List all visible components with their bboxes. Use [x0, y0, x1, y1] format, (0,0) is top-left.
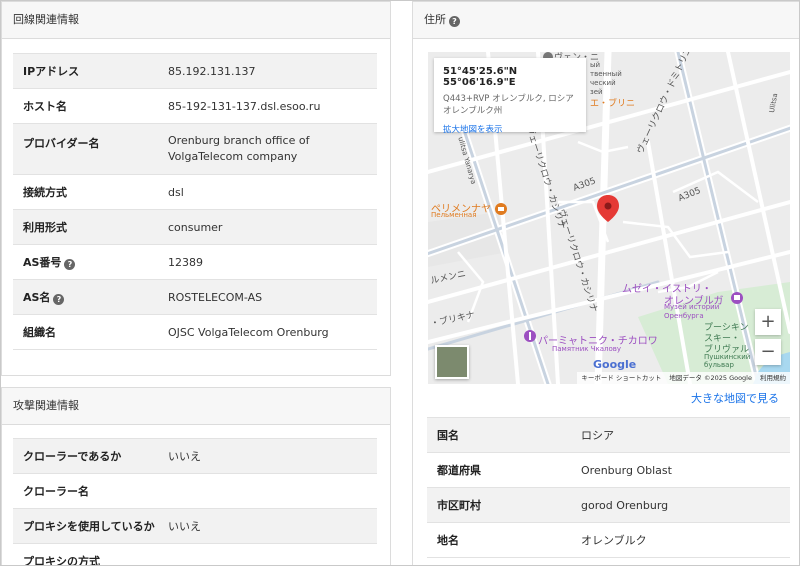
table-row: プロキシを使用しているか いいえ	[13, 508, 377, 544]
zoom-in-button[interactable]: +	[755, 309, 781, 335]
table-row: 接続方式 dsl	[13, 174, 377, 210]
row-label: 地名	[427, 522, 571, 558]
row-value: 85-192-131-137.dsl.esoo.ru	[158, 88, 377, 124]
map-label-brini: エ・ブリニ	[590, 99, 636, 109]
table-row: ホスト名 85-192-131-137.dsl.esoo.ru	[13, 88, 377, 124]
map-address: Q443+RVP オレンブルク, ロシア オレンブルク州	[443, 94, 574, 116]
table-row: クローラーであるか いいえ	[13, 438, 377, 474]
row-value: gorod Orenburg	[571, 487, 790, 523]
row-label: ホスト名	[13, 88, 158, 124]
table-row: 地名 オレンブルク	[427, 522, 790, 558]
row-value: OJSC VolgaTelecom Orenburg	[158, 314, 377, 350]
line-info-header: 回線関連情報	[2, 2, 390, 39]
row-value: 85.192.131.137	[158, 53, 377, 89]
map-label-restaurant-ru: Пельменная	[431, 211, 477, 219]
map-label-poi-top-ru: ый	[590, 61, 601, 69]
table-row: AS番号? 12389	[13, 244, 377, 280]
map-coordinates: 51°45'25.6"N 55°06'16.9"E	[443, 66, 518, 88]
restaurant-icon[interactable]	[495, 203, 507, 215]
attack-info-panel: 攻撃関連情報 クローラーであるか いいえ クローラー名 プロキシを使用しているかい…	[1, 387, 391, 565]
map-label-monument-ru: Памятник Чкалову	[552, 345, 622, 353]
map-label-museum-ru: Оренбурга	[664, 312, 704, 320]
map-label-museum-ru: Музей истории	[664, 303, 720, 311]
row-label-with-help: AS名?	[13, 279, 158, 315]
table-row: 市区町村 gorod Orenburg	[427, 487, 790, 523]
google-logo: Google	[593, 358, 637, 371]
table-row: プロキシの方式	[13, 543, 377, 565]
help-icon[interactable]: ?	[53, 294, 65, 305]
larger-map-link[interactable]: 大きな地図で見る	[691, 390, 779, 406]
row-value: consumer	[158, 209, 377, 245]
table-row: 組織名 OJSC VolgaTelecom Orenburg	[13, 314, 377, 350]
row-label: 都道府県	[427, 452, 571, 488]
map-label-park-ru: бульвар	[704, 361, 734, 369]
zoom-out-button[interactable]: −	[755, 339, 781, 365]
line-info-table: IPアドレス 85.192.131.137 ホスト名 85-192-131-137.…	[13, 53, 377, 350]
row-value: Orenburg Oblast	[571, 452, 790, 488]
monument-icon[interactable]	[524, 330, 536, 342]
row-value: いいえ	[158, 438, 377, 474]
map-data-attribution: 地図データ ©2025 Google	[669, 374, 752, 382]
row-value: ROSTELECOM-AS	[158, 279, 377, 315]
table-row: AS名? ROSTELECOM-AS	[13, 279, 377, 315]
table-row: クローラー名	[13, 473, 377, 509]
table-row: 都道府県 Orenburg Oblast	[427, 452, 790, 488]
row-label: 組織名	[13, 314, 158, 350]
row-label: クローラー名	[13, 473, 158, 509]
table-row: 利用形式 consumer	[13, 209, 377, 245]
row-value	[158, 543, 377, 565]
line-info-title: 回線関連情報	[13, 13, 79, 26]
row-value: 12389	[158, 244, 377, 280]
google-map[interactable]: ヴェン・ニ ый твенный ческий зей エ・ブリニ A305 A…	[428, 52, 790, 384]
page-frame: 回線関連情報 IPアドレス 85.192.131.137 ホスト名 85-192-1…	[0, 0, 800, 566]
address-table: 国名 ロシア 都道府県 Orenburg Oblast 市区町村 gorod Oren…	[427, 417, 790, 558]
row-label: AS名	[23, 291, 51, 304]
row-label: プロバイダー名	[13, 123, 158, 175]
row-label: IPアドレス	[13, 53, 158, 89]
row-value: いいえ	[158, 508, 377, 544]
map-label-park-ru: Пушкинский	[704, 353, 751, 361]
attack-info-title: 攻撃関連情報	[13, 399, 79, 412]
map-label-poi-top-ru: зей	[590, 88, 603, 96]
map-label-poi-top-ru: твенный	[590, 70, 622, 78]
row-label: 接続方式	[13, 174, 158, 210]
row-label: 市区町村	[427, 487, 571, 523]
attack-info-header: 攻撃関連情報	[2, 388, 390, 425]
enlarge-map-link[interactable]: 拡大地図を表示	[443, 123, 577, 135]
terms-link[interactable]: 利用規約	[760, 374, 786, 382]
map-info-window: 51°45'25.6"N 55°06'16.9"E Q443+RVP オレンブル…	[434, 58, 586, 135]
address-header: 住所?	[413, 2, 799, 39]
table-row: 国名 ロシア	[427, 417, 790, 453]
satellite-toggle-button[interactable]	[435, 345, 469, 379]
help-icon[interactable]: ?	[449, 16, 460, 27]
museum-icon[interactable]	[731, 292, 743, 304]
keyboard-shortcuts-link[interactable]: キーボード ショートカット	[581, 374, 661, 382]
row-label: プロキシを使用しているか	[13, 508, 158, 544]
table-row: プロバイダー名 Orenburg branch office of VolgaTe…	[13, 123, 377, 175]
line-info-panel: 回線関連情報 IPアドレス 85.192.131.137 ホスト名 85-192-1…	[1, 1, 391, 376]
table-row: IPアドレス 85.192.131.137	[13, 53, 377, 89]
row-value: ロシア	[571, 417, 790, 453]
attack-info-table: クローラーであるか いいえ クローラー名 プロキシを使用しているか いいえ プロキシ…	[13, 438, 377, 565]
row-label: 利用形式	[13, 209, 158, 245]
row-value	[158, 473, 377, 509]
row-label: プロキシの方式	[13, 543, 158, 565]
row-value: dsl	[158, 174, 377, 210]
row-label: AS番号	[23, 256, 62, 269]
map-footer: キーボード ショートカット 地図データ ©2025 Google 利用規約	[577, 372, 790, 384]
row-label: 国名	[427, 417, 571, 453]
map-label-poi-top-ru: ческий	[590, 79, 616, 87]
row-label: クローラーであるか	[13, 438, 158, 474]
help-icon[interactable]: ?	[64, 259, 76, 270]
row-label-with-help: AS番号?	[13, 244, 158, 280]
row-value: オレンブルク	[571, 522, 790, 558]
row-value: Orenburg branch office of VolgaTelecom c…	[158, 123, 377, 175]
address-title: 住所	[424, 13, 446, 26]
